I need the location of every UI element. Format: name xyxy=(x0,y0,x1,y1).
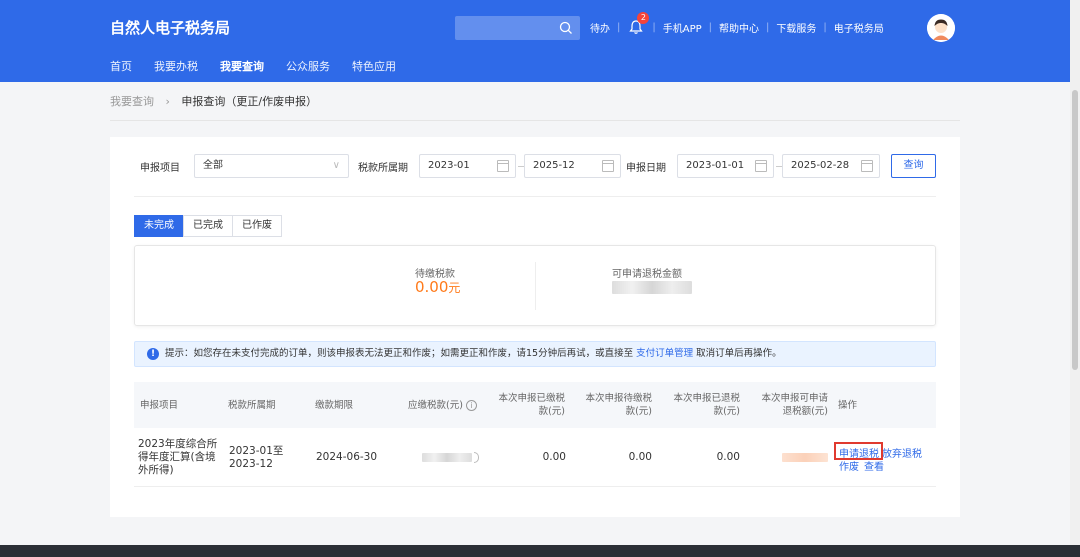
calendar-icon xyxy=(602,160,614,172)
refundable-label: 可申请退税金额 xyxy=(612,269,682,280)
refundable-redacted xyxy=(782,453,828,462)
notice-text-tail: 取消订单后再操作。 xyxy=(696,348,782,359)
tax-due-redacted xyxy=(422,453,472,462)
info-icon: ! xyxy=(147,348,159,360)
nav-tax-service[interactable]: 我要办税 xyxy=(154,58,198,74)
separator: | xyxy=(708,21,713,33)
redacted-edge xyxy=(474,452,479,463)
separator: | xyxy=(617,21,621,33)
pending-tax-value: 0.00 xyxy=(415,278,449,296)
item-select-value: 全部 xyxy=(203,160,223,171)
col-item: 申报项目 xyxy=(140,399,179,411)
pending-tax-amount: 0.00元 xyxy=(415,278,460,296)
abandon-refund-link[interactable]: 放弃退税 xyxy=(882,445,922,460)
search-icon[interactable] xyxy=(558,20,574,36)
table-header: 申报项目 税款所属期 缴款期限 应缴税款(元) i 本次申报已缴税款(元) 本次… xyxy=(134,382,936,428)
cell-item: 2023年度综合所得年度汇算(含境外所得) xyxy=(138,438,218,476)
search-box[interactable] xyxy=(455,16,580,40)
highlight-box xyxy=(834,442,883,460)
chevron-down-icon: ∨ xyxy=(332,160,340,171)
date-start-picker[interactable]: 2023-01-01 xyxy=(677,154,774,178)
breadcrumb-current: 申报查询（更正/作废申报） xyxy=(181,95,318,108)
col-refundable: 本次申报可申请退税额(元) xyxy=(761,393,828,417)
date-end-value: 2025-02-28 xyxy=(791,160,850,171)
date-end-picker[interactable]: 2025-02-28 xyxy=(782,154,880,178)
summary-panel: 待缴税款 0.00元 可申请退税金额 xyxy=(134,245,936,326)
payment-order-link[interactable]: 支付订单管理 xyxy=(636,348,693,359)
calendar-icon xyxy=(497,160,509,172)
col-paid: 本次申报已缴税款(元) xyxy=(498,393,565,417)
query-button[interactable]: 查询 xyxy=(891,154,936,178)
divider xyxy=(535,262,536,310)
filter-date-label: 申报日期 xyxy=(626,163,666,174)
notification-badge: 2 xyxy=(637,12,650,24)
separator: | xyxy=(766,21,770,33)
tab-voided[interactable]: 已作废 xyxy=(232,215,282,237)
main-card: 申报项目 全部 ∨ 税款所属期 2023-01 2025-12 申报日期 202… xyxy=(110,137,960,517)
view-link[interactable]: 查看 xyxy=(864,458,884,473)
notice-bar: ! 提示：如您存在未支付完成的订单，则该申报表无法更正和作废；如需更正和作废，请… xyxy=(134,341,936,367)
status-tabs: 未完成 已完成 已作废 xyxy=(134,215,282,237)
site-title: 自然人电子税务局 xyxy=(110,19,231,37)
refundable-amount-redacted xyxy=(612,281,692,294)
avatar[interactable] xyxy=(927,14,955,42)
breadcrumb: 我要查询 › 申报查询（更正/作废申报） xyxy=(110,93,317,109)
link-mobile-app[interactable]: 手机APP xyxy=(663,20,702,35)
filter-item-label: 申报项目 xyxy=(140,163,180,174)
separator: | xyxy=(652,21,656,33)
calendar-icon xyxy=(755,160,767,172)
cell-deadline: 2024-06-30 xyxy=(316,451,378,463)
breadcrumb-parent[interactable]: 我要查询 xyxy=(110,95,154,108)
nav-home[interactable]: 首页 xyxy=(110,58,132,74)
chevron-right-icon: › xyxy=(165,95,170,108)
period-start-picker[interactable]: 2023-01 xyxy=(419,154,516,178)
pending-tax-unit: 元 xyxy=(448,281,461,295)
top-links: 待办 | 2 | 手机APP | 帮助中心 | 下载服务 | 电子税务局 xyxy=(590,12,884,38)
notice-text: 提示：如您存在未支付完成的订单，则该申报表无法更正和作废；如需更正和作废，请15… xyxy=(165,348,634,359)
divider xyxy=(134,196,936,197)
col-tax-due-label: 应缴税款(元) xyxy=(408,399,463,411)
nav-public-service[interactable]: 公众服务 xyxy=(286,58,330,74)
col-pending: 本次申报待缴税款(元) xyxy=(585,393,652,417)
link-help-center[interactable]: 帮助中心 xyxy=(719,20,759,35)
bottom-bar xyxy=(0,545,1080,557)
nav-special-apps[interactable]: 特色应用 xyxy=(352,58,396,74)
tab-incomplete[interactable]: 未完成 xyxy=(134,215,184,237)
scrollbar-thumb[interactable] xyxy=(1072,90,1078,370)
cell-pending: 0.00 xyxy=(628,451,652,463)
filter-period-label: 税款所属期 xyxy=(358,163,408,174)
col-refunded: 本次申报已退税款(元) xyxy=(673,393,740,417)
link-download[interactable]: 下载服务 xyxy=(776,20,816,35)
notification-button[interactable]: 2 xyxy=(627,12,650,36)
col-actions: 操作 xyxy=(838,399,858,411)
separator: | xyxy=(823,21,827,33)
nav-query[interactable]: 我要查询 xyxy=(220,58,264,74)
cell-refunded: 0.00 xyxy=(716,451,740,463)
col-tax-due: 应缴税款(元) i xyxy=(408,382,488,428)
cell-period: 2023-01至2023-12 xyxy=(229,444,284,470)
info-icon[interactable]: i xyxy=(465,399,477,411)
period-end-picker[interactable]: 2025-12 xyxy=(524,154,621,178)
period-start-value: 2023-01 xyxy=(428,160,470,171)
tab-completed[interactable]: 已完成 xyxy=(183,215,233,237)
void-link[interactable]: 作废 xyxy=(839,458,859,473)
main-nav: 首页 我要办税 我要查询 公众服务 特色应用 xyxy=(110,58,418,74)
calendar-icon xyxy=(861,160,873,172)
date-start-value: 2023-01-01 xyxy=(686,160,745,171)
period-end-value: 2025-12 xyxy=(533,160,575,171)
col-deadline: 缴款期限 xyxy=(315,399,354,411)
col-period: 税款所属期 xyxy=(228,399,276,411)
cell-paid: 0.00 xyxy=(542,451,566,463)
divider xyxy=(110,120,960,121)
table-row: 2023年度综合所得年度汇算(含境外所得) 2023-01至2023-12 20… xyxy=(134,428,936,487)
item-select[interactable]: 全部 ∨ xyxy=(194,154,349,178)
todo-link[interactable]: 待办 xyxy=(590,20,610,35)
link-e-tax-bureau[interactable]: 电子税务局 xyxy=(834,20,884,35)
user-avatar-icon xyxy=(927,14,955,42)
top-header: 自然人电子税务局 待办 | 2 | 手机APP | 帮助中心 | 下载服务 | … xyxy=(0,0,1080,82)
